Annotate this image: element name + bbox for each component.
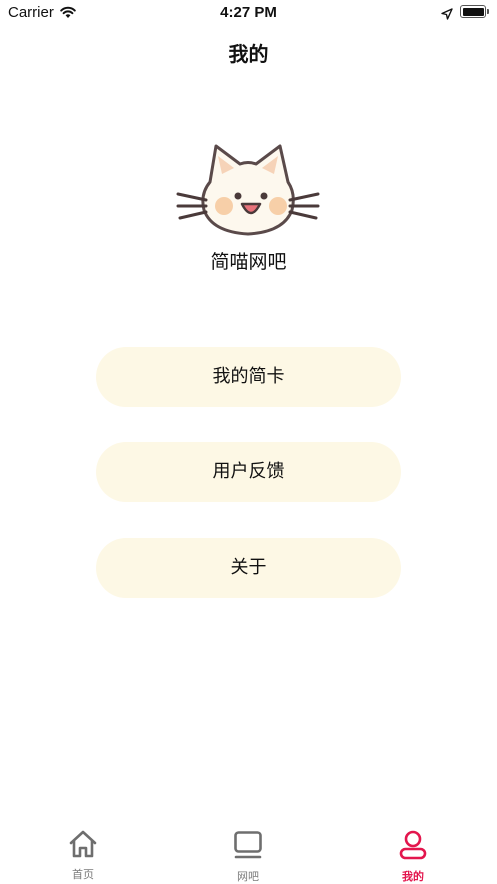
tab-home[interactable]: 首页 xyxy=(43,830,123,882)
monitor-icon xyxy=(208,830,288,864)
my-card-button[interactable]: 我的简卡 xyxy=(96,347,401,407)
tab-bar: 首页 网吧 我的 xyxy=(0,818,497,883)
status-bar: Carrier 4:27 PM xyxy=(0,0,497,26)
feedback-button[interactable]: 用户反馈 xyxy=(96,442,401,502)
tab-mine[interactable]: 我的 xyxy=(373,830,453,884)
tab-internet-cafe-label: 网吧 xyxy=(237,870,259,883)
page-title: 我的 xyxy=(228,42,269,66)
clock: 4:27 PM xyxy=(220,4,277,21)
tab-home-label: 首页 xyxy=(72,868,94,881)
user-icon xyxy=(373,830,453,864)
battery-icon xyxy=(460,5,489,18)
tab-internet-cafe[interactable]: 网吧 xyxy=(208,830,288,884)
cat-face-icon xyxy=(176,140,320,238)
about-button[interactable]: 关于 xyxy=(96,538,401,598)
profile-name: 简喵网吧 xyxy=(210,251,287,273)
home-icon xyxy=(43,830,123,862)
tab-mine-label: 我的 xyxy=(402,870,424,883)
location-arrow-icon xyxy=(441,5,453,24)
